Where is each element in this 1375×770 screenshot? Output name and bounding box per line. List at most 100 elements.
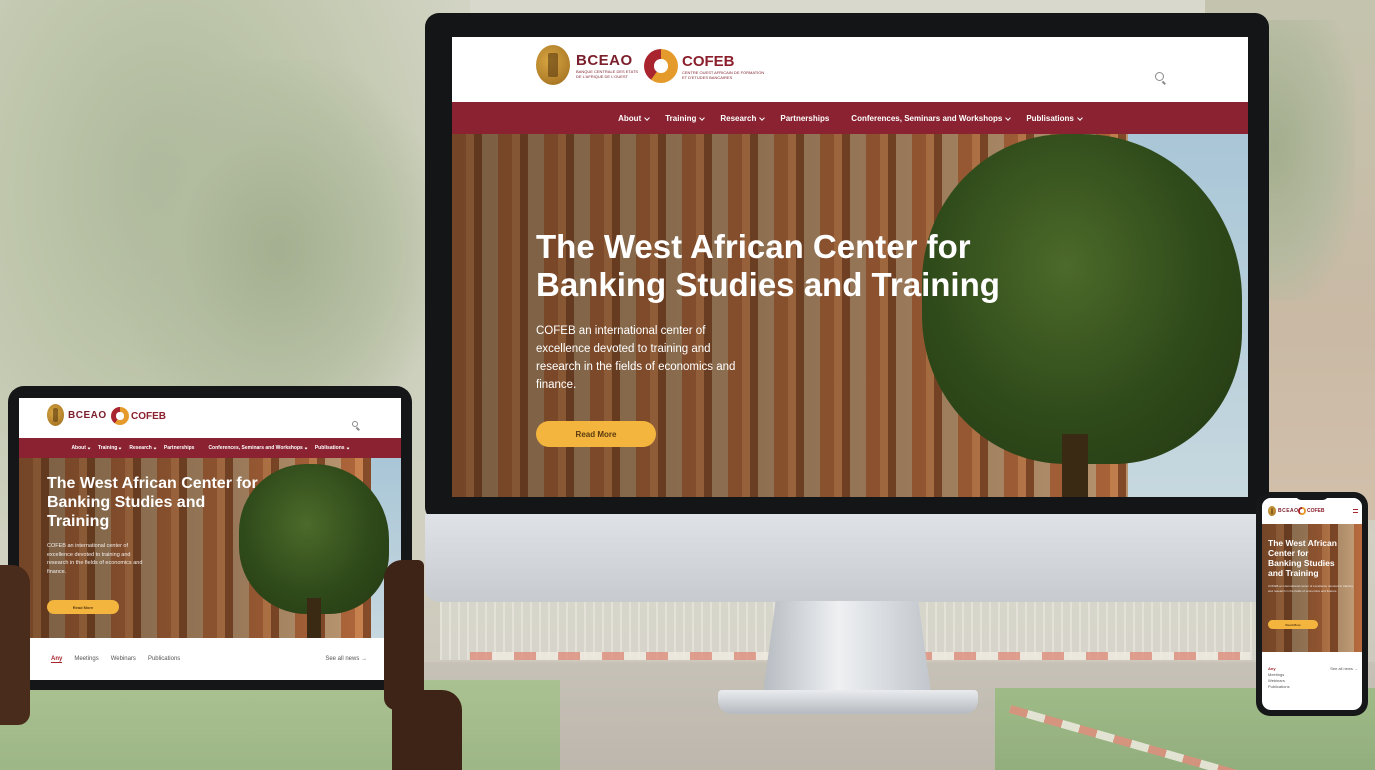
bceao-seal-icon xyxy=(1268,506,1276,516)
nav-item-publications[interactable]: Publisations xyxy=(315,445,349,451)
hero-banner: The West African Center for Banking Stud… xyxy=(19,458,401,638)
search-icon[interactable] xyxy=(352,421,358,427)
tab-webinars[interactable]: Webinars xyxy=(111,656,136,662)
nav-item-conferences[interactable]: Conferences, Seminars and Workshops xyxy=(208,445,308,451)
bceao-wordmark: BCEAO xyxy=(1278,508,1299,514)
hero-desc-line: finance. xyxy=(47,568,67,575)
hero-description: COFEB an international center of excelle… xyxy=(1268,584,1358,593)
cofeb-wordmark: COFEB xyxy=(682,52,735,70)
tab-publications[interactable]: Publications xyxy=(148,656,180,662)
hero-desc-line: finance. xyxy=(1326,588,1338,593)
tab-publications[interactable]: Publications xyxy=(1268,684,1358,690)
hero-desc-line: COFEB an international center of xyxy=(1268,584,1313,588)
bceao-logo[interactable]: BCEAO xyxy=(47,404,107,426)
see-all-news-link[interactable]: See all news → xyxy=(325,656,367,662)
nav-item-conferences[interactable]: Conferences, Seminars and Workshops xyxy=(851,113,1012,123)
hero-tree-trunk xyxy=(307,598,321,638)
hero-desc-line: excellence devoted to training and xyxy=(536,343,711,355)
nav-label: About xyxy=(71,445,86,451)
cofeb-mark-icon xyxy=(1298,507,1306,515)
chevron-down-icon xyxy=(644,115,651,121)
nav-label: Publisations xyxy=(1026,113,1074,123)
read-more-button[interactable]: Read More xyxy=(47,600,119,614)
chevron-down-icon xyxy=(118,446,122,450)
phone-notch xyxy=(1296,494,1328,500)
tablet-website: BCEAO COFEB About Training Research Part… xyxy=(19,398,401,680)
hero-title-line: Training xyxy=(47,513,110,530)
cofeb-logo[interactable]: COFEB xyxy=(1298,507,1325,515)
chevron-down-icon xyxy=(1005,115,1012,121)
hero-description: COFEB an international center of excelle… xyxy=(47,542,142,576)
main-nav: About Training Research Partnerships Con… xyxy=(19,438,401,458)
nav-label: Training xyxy=(665,113,697,123)
nav-label: Publisations xyxy=(314,445,345,451)
chevron-down-icon xyxy=(1077,115,1083,121)
hero-title-line: Banking Studies and xyxy=(47,494,206,511)
see-all-news-link[interactable]: See all news → xyxy=(1330,666,1358,672)
hero-banner: The West African Center for Banking Stud… xyxy=(452,134,1248,497)
hero-title: The West African Center for Banking Stud… xyxy=(47,474,258,531)
hero-title-line: The West African Center for xyxy=(47,475,258,492)
nav-item-partnerships[interactable]: Partnerships xyxy=(780,114,829,123)
nav-label: Conferences, Seminars and Workshops xyxy=(851,113,1003,123)
read-more-button[interactable]: Read More xyxy=(536,421,656,447)
cofeb-logo[interactable]: COFEB xyxy=(111,407,166,425)
cofeb-mark-icon xyxy=(111,407,129,425)
cofeb-subtitle: ET D'ETUDES BANCAIRES xyxy=(682,74,733,80)
bceao-logo[interactable]: BCEAO BANQUE CENTRALE DES ETATS DE L'AFR… xyxy=(536,45,638,85)
nav-label: About xyxy=(618,113,642,123)
main-nav: About Training Research Partnerships Con… xyxy=(452,102,1248,134)
nav-item-research[interactable]: Research xyxy=(720,114,766,123)
hamburger-menu-icon[interactable] xyxy=(1353,509,1358,513)
hero-title-line: Banking Studies xyxy=(1268,558,1335,568)
nav-label: Conferences, Seminars and Workshops xyxy=(208,445,303,451)
desktop-website: BCEAO BANQUE CENTRALE DES ETATS DE L'AFR… xyxy=(452,37,1248,497)
read-more-button[interactable]: Read More xyxy=(1268,620,1318,629)
site-header: BCEAO BANQUE CENTRALE DES ETATS DE L'AFR… xyxy=(452,37,1248,102)
hero-tree xyxy=(239,464,389,614)
chevron-down-icon xyxy=(87,446,91,450)
cofeb-logo[interactable]: COFEB CENTRE OUEST AFRICAIN DE FORMATION… xyxy=(644,49,764,83)
bceao-seal-icon xyxy=(47,404,64,426)
monitor-base xyxy=(718,690,978,714)
hero-desc-line: research in the fields of economics and xyxy=(536,361,736,373)
nav-item-research[interactable]: Research xyxy=(129,445,157,451)
bceao-subtitle: DE L'AFRIQUE DE L'OUEST xyxy=(576,73,628,79)
tab-meetings[interactable]: Meetings xyxy=(74,656,98,662)
nav-item-about[interactable]: About xyxy=(71,445,91,451)
bceao-logo[interactable]: BCEAO xyxy=(1268,506,1299,516)
nav-item-training[interactable]: Training xyxy=(98,445,122,451)
nav-item-training[interactable]: Training xyxy=(665,113,706,123)
cofeb-wordmark: COFEB xyxy=(131,410,166,422)
hero-title-line: Banking Studies and Training xyxy=(536,266,1000,303)
hero-title: The West African Center for Banking Stud… xyxy=(536,228,1000,304)
tab-any[interactable]: Any xyxy=(51,656,63,663)
chevron-down-icon xyxy=(153,446,157,450)
hero-title-line: The West African xyxy=(1268,538,1337,548)
nav-label: Partnerships xyxy=(780,113,830,123)
hero-title-line: Center for xyxy=(1268,548,1309,558)
nav-item-about[interactable]: About xyxy=(618,113,651,123)
right-wrist xyxy=(392,690,462,770)
chevron-down-icon xyxy=(759,115,766,121)
nav-item-publications[interactable]: Publisations xyxy=(1026,113,1083,123)
nav-label: Research xyxy=(129,445,152,451)
hero-desc-line: research in the fields of economics and xyxy=(1273,588,1326,593)
nav-label: Partnerships xyxy=(163,445,195,451)
site-header: BCEAO COFEB xyxy=(1262,498,1362,524)
hero-title-line: The West African Center for xyxy=(536,228,971,265)
chevron-down-icon xyxy=(346,446,349,450)
hero-desc-line: COFEB an international center of xyxy=(47,543,129,549)
hero-title-line: and Training xyxy=(1268,568,1319,578)
hero-banner: The West African Center for Banking Stud… xyxy=(1262,524,1362,652)
bceao-wordmark: BCEAO xyxy=(576,51,633,69)
monitor-chin xyxy=(425,514,1269,602)
phone-website: BCEAO COFEB The West African Center for … xyxy=(1262,498,1362,710)
news-filter-tabs: Any Meetings Webinars Publications See a… xyxy=(19,638,401,680)
hero-desc-line: research in the fields of economics and xyxy=(47,560,143,566)
nav-item-partnerships[interactable]: Partnerships xyxy=(164,445,195,451)
bceao-subtitle: BANQUE CENTRALE DES ETATS xyxy=(576,68,639,74)
search-icon[interactable] xyxy=(1155,72,1164,81)
chevron-down-icon xyxy=(304,446,308,450)
hero-title: The West African Center for Banking Stud… xyxy=(1268,538,1337,578)
